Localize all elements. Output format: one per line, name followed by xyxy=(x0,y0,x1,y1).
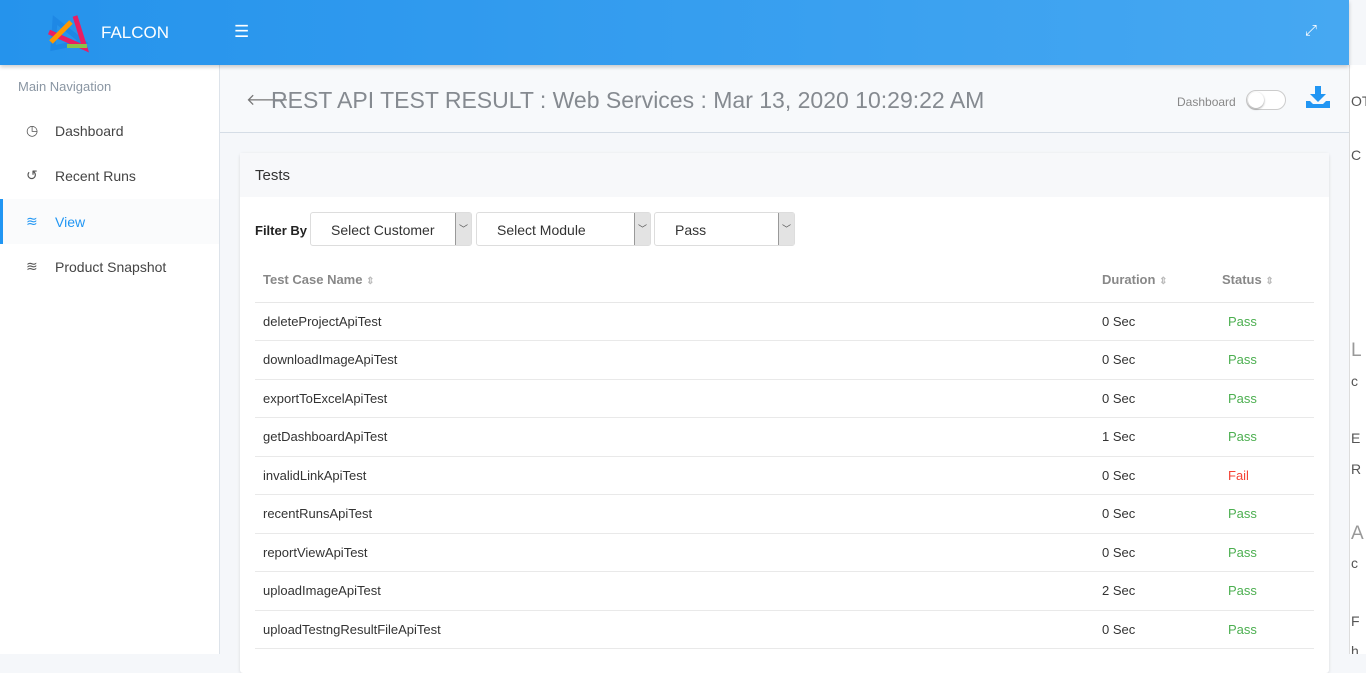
table-row[interactable]: recentRunsApiTest 0 Sec Pass xyxy=(255,494,1314,534)
panel-text-fragment: OT xyxy=(1351,93,1366,109)
test-case-name-cell: invalidLinkApiTest xyxy=(255,456,1094,495)
customer-select-value: Select Customer xyxy=(331,222,435,238)
panel-text-fragment: R xyxy=(1351,461,1362,477)
status-cell: Pass xyxy=(1214,379,1314,418)
module-select-value: Select Module xyxy=(497,222,586,238)
sort-icon: ⇕ xyxy=(366,276,375,288)
table-row[interactable]: uploadImageApiTest 2 Sec Pass xyxy=(255,571,1314,611)
page-title-bar: 🡐 REST API TEST RESULT : Web Services : … xyxy=(220,65,1349,133)
sidebar-item-label: View xyxy=(55,213,86,230)
status-select[interactable]: Pass ﹀ xyxy=(654,212,795,246)
dashboard-toggle[interactable] xyxy=(1246,90,1286,110)
status-cell: Pass xyxy=(1214,610,1314,649)
duration-cell: 0 Sec xyxy=(1094,533,1214,572)
customer-select[interactable]: Select Customer ﹀ xyxy=(310,212,472,246)
sort-icon: ⇕ xyxy=(1265,276,1274,288)
duration-cell: 2 Sec xyxy=(1094,571,1214,611)
duration-cell: 0 Sec xyxy=(1094,456,1214,495)
status-cell: Pass xyxy=(1214,340,1314,380)
download-icon[interactable] xyxy=(1306,84,1330,108)
duration-cell: 0 Sec xyxy=(1094,340,1214,380)
chevron-down-icon: ﹀ xyxy=(778,213,794,245)
column-header-status[interactable]: Status ⇕ xyxy=(1214,258,1314,303)
table-row[interactable]: invalidLinkApiTest 0 Sec Fail xyxy=(255,456,1314,495)
layers-icon: ≋ xyxy=(26,213,38,229)
duration-cell: 1 Sec xyxy=(1094,417,1214,457)
sidebar-item-label: Recent Runs xyxy=(55,167,136,184)
test-case-name-cell: reportViewApiTest xyxy=(255,533,1094,572)
panel-text-fragment: c xyxy=(1351,373,1358,389)
status-cell: Pass xyxy=(1214,571,1314,611)
tests-card: Tests Filter By Select Customer ﹀ Select … xyxy=(240,153,1329,673)
brand-name: FALCON xyxy=(101,23,170,42)
test-case-name-cell: uploadTestngResultFileApiTest xyxy=(255,610,1094,649)
nav-heading: Main Navigation xyxy=(18,79,112,94)
table-row[interactable]: getDashboardApiTest 1 Sec Pass xyxy=(255,417,1314,457)
table-row[interactable]: exportToExcelApiTest 0 Sec Pass xyxy=(255,379,1314,418)
panel-text-fragment: h xyxy=(1351,643,1359,654)
panel-text-fragment: L xyxy=(1351,340,1362,361)
filter-label: Filter By xyxy=(255,223,308,238)
dashboard-toggle-label: Dashboard xyxy=(1177,95,1236,109)
status-cell: Pass xyxy=(1214,302,1314,341)
status-cell: Fail xyxy=(1214,456,1314,495)
status-cell: Pass xyxy=(1214,417,1314,457)
table-row[interactable]: downloadImageApiTest 0 Sec Pass xyxy=(255,340,1314,380)
panel-text-fragment: c xyxy=(1351,555,1358,571)
panel-text-fragment: A xyxy=(1351,523,1364,544)
panel-text-fragment: F xyxy=(1351,613,1360,629)
layers-icon: ≋ xyxy=(26,258,38,274)
expand-icon[interactable]: ⤢ xyxy=(1305,22,1317,39)
duration-cell: 0 Sec xyxy=(1094,494,1214,534)
test-case-name-cell: getDashboardApiTest xyxy=(255,417,1094,457)
chevron-down-icon: ﹀ xyxy=(455,213,471,245)
table-row[interactable]: deleteProjectApiTest 0 Sec Pass xyxy=(255,302,1314,341)
table-row[interactable]: reportViewApiTest 0 Sec Pass xyxy=(255,533,1314,572)
sidebar-item-recent-runs[interactable]: ↺ Recent Runs xyxy=(0,153,219,198)
sidebar: Main Navigation ◷ Dashboard ↺ Recent Runs … xyxy=(0,65,220,654)
top-header: FALCON ☰ ⤢ xyxy=(0,0,1349,65)
hamburger-icon[interactable]: ☰ xyxy=(234,22,249,42)
test-case-name-cell: uploadImageApiTest xyxy=(255,571,1094,611)
falcon-logo xyxy=(47,15,90,53)
panel-text-fragment: E xyxy=(1351,430,1361,446)
test-case-name-cell: downloadImageApiTest xyxy=(255,340,1094,380)
test-case-name-cell: recentRunsApiTest xyxy=(255,494,1094,534)
tests-table: Test Case Name ⇕ Duration ⇕ Status ⇕ del… xyxy=(255,258,1314,649)
status-select-value: Pass xyxy=(675,222,707,238)
duration-cell: 0 Sec xyxy=(1094,302,1214,341)
sidebar-item-product-snapshot[interactable]: ≋ Product Snapshot xyxy=(0,244,219,289)
history-icon: ↺ xyxy=(26,167,38,183)
table-row[interactable]: uploadTestngResultFileApiTest 0 Sec Pass xyxy=(255,610,1314,649)
column-header-test-case-name[interactable]: Test Case Name ⇕ xyxy=(255,258,1094,303)
sidebar-item-view[interactable]: ≋ View xyxy=(0,199,219,244)
sidebar-item-label: Product Snapshot xyxy=(55,258,167,275)
status-cell: Pass xyxy=(1214,533,1314,572)
card-title: Tests xyxy=(240,153,1329,197)
sort-icon: ⇕ xyxy=(1159,276,1168,288)
sidebar-item-dashboard[interactable]: ◷ Dashboard xyxy=(0,108,219,153)
duration-cell: 0 Sec xyxy=(1094,379,1214,418)
status-cell: Pass xyxy=(1214,494,1314,534)
test-case-name-cell: exportToExcelApiTest xyxy=(255,379,1094,418)
duration-cell: 0 Sec xyxy=(1094,610,1214,649)
page-title: REST API TEST RESULT : Web Services : Ma… xyxy=(271,87,985,113)
test-case-name-cell: deleteProjectApiTest xyxy=(255,302,1094,341)
right-side-panel: OT C Lc ER Ac Fh xyxy=(1349,65,1366,654)
column-header-duration[interactable]: Duration ⇕ xyxy=(1094,258,1214,303)
sidebar-item-label: Dashboard xyxy=(55,122,124,139)
panel-text-fragment: C xyxy=(1351,147,1362,163)
gauge-icon: ◷ xyxy=(26,122,39,138)
module-select[interactable]: Select Module ﹀ xyxy=(476,212,651,246)
chevron-down-icon: ﹀ xyxy=(634,213,650,245)
